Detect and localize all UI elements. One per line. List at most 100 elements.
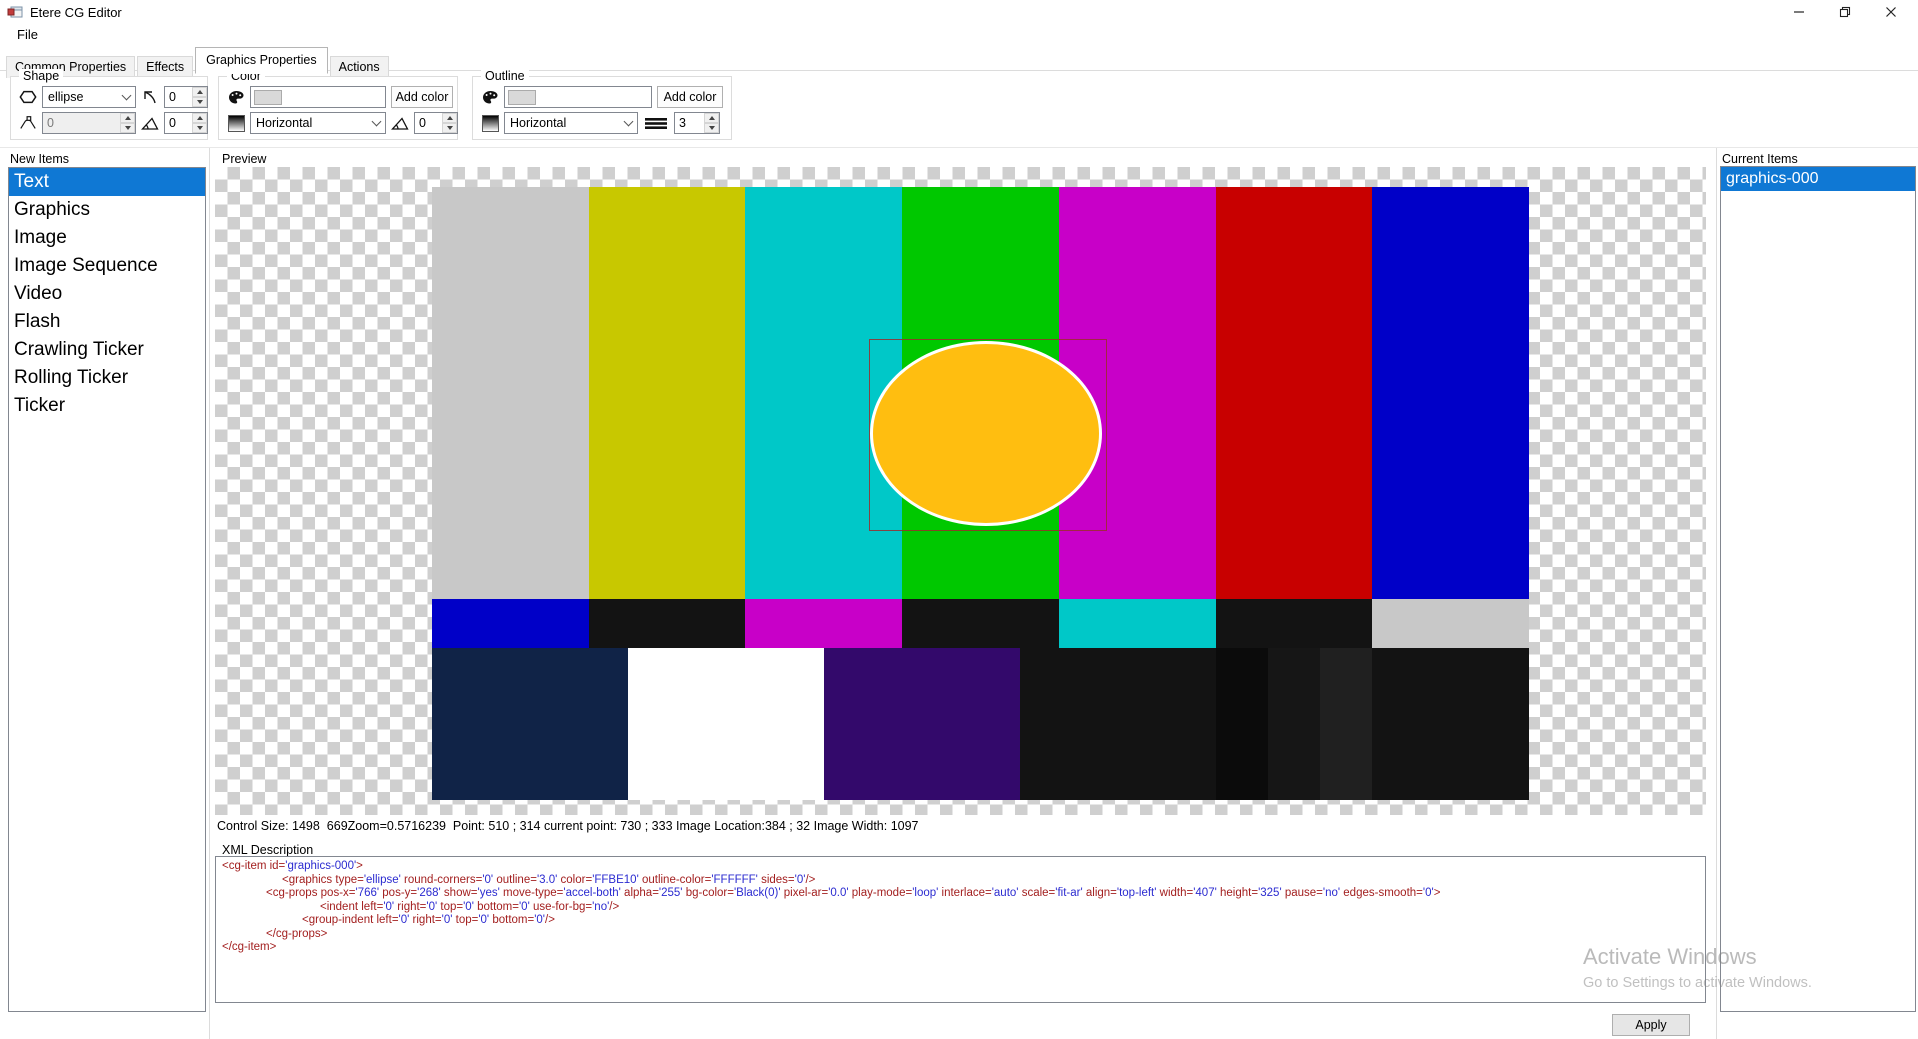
preview-canvas[interactable] <box>215 167 1706 815</box>
shape-type-select[interactable]: ellipse <box>42 86 136 108</box>
add-outline-color-button[interactable]: Add color <box>657 86 723 108</box>
spin-down-icon[interactable] <box>704 123 719 133</box>
arc-node-icon <box>19 115 37 131</box>
new-items-list[interactable]: Text Graphics Image Image Sequence Video Flas… <box>8 167 206 1012</box>
color-bar-0 <box>432 187 589 599</box>
bottom-segment-6 <box>1319 648 1373 800</box>
selection-rectangle[interactable] <box>869 339 1107 531</box>
window-title: Etere CG Editor <box>30 5 122 20</box>
sides-value: 0 <box>43 113 120 133</box>
color-bar-5 <box>1215 187 1373 599</box>
palette-icon <box>227 89 245 105</box>
close-icon[interactable] <box>1868 0 1914 24</box>
app-window: Etere CG Editor File Common Properties Ef… <box>0 0 1918 1039</box>
list-item-image[interactable]: Image <box>9 224 205 252</box>
shape-angle-value: 0 <box>169 116 176 130</box>
angle-icon <box>141 115 159 131</box>
spin-up-icon[interactable] <box>442 113 457 123</box>
color-bar-1 <box>588 187 746 599</box>
xml-description-box[interactable]: <cg-item id='graphics-000'> <graphics typ… <box>215 856 1706 1003</box>
shape-row-2: 0 0 <box>19 112 208 134</box>
castellation-segment-6 <box>1372 599 1530 648</box>
sides-spinner[interactable]: 0 <box>42 112 136 134</box>
right-panel-divider <box>1716 148 1717 1039</box>
castellation-segment-0 <box>432 599 589 648</box>
list-item-graphics-000[interactable]: graphics-000 <box>1721 167 1915 191</box>
list-item-text[interactable]: Text <box>9 168 205 196</box>
color-row-2: Horizontal 0 <box>227 112 458 134</box>
chevron-down-icon <box>121 90 132 101</box>
spin-up-icon[interactable] <box>120 113 135 123</box>
preview-label: Preview <box>222 152 267 166</box>
chevron-down-icon <box>371 116 382 127</box>
spin-down-icon[interactable] <box>442 123 457 133</box>
outline-gradient-value: Horizontal <box>510 116 567 130</box>
outline-group-label: Outline <box>481 69 529 83</box>
fill-gradient-value: Horizontal <box>256 116 313 130</box>
list-item-flash[interactable]: Flash <box>9 308 205 336</box>
bottom-segment-2 <box>823 648 1020 800</box>
shape-angle-spinner[interactable]: 0 <box>164 112 208 134</box>
gradient-icon <box>227 114 245 132</box>
round-corners-spinner[interactable]: 0 <box>164 86 208 108</box>
list-item-graphics[interactable]: Graphics <box>9 196 205 224</box>
app-icon <box>7 4 23 20</box>
outline-gradient-select[interactable]: Horizontal <box>504 112 638 134</box>
color-row-1: Add color <box>227 86 453 108</box>
gradient-icon <box>481 114 499 132</box>
outline-color-well[interactable] <box>504 86 652 108</box>
apply-button[interactable]: Apply <box>1612 1014 1690 1036</box>
spin-down-icon[interactable] <box>192 97 207 107</box>
add-fill-color-button[interactable]: Add color <box>391 86 453 108</box>
bottom-segment-4 <box>1215 648 1268 800</box>
tab-effects[interactable]: Effects <box>137 56 194 78</box>
xml-line: </cg-props> <box>266 927 328 940</box>
fill-gradient-select[interactable]: Horizontal <box>250 112 386 134</box>
shape-group: Shape ellipse 0 0 0 <box>10 69 208 140</box>
color-group: Color Add color Horizontal 0 <box>218 69 458 140</box>
bottom-segment-1 <box>627 648 824 800</box>
test-pattern-bottom-row <box>432 648 1529 800</box>
line-width-icon <box>643 115 669 131</box>
castellation-segment-2 <box>745 599 903 648</box>
fill-gradient-angle-spinner[interactable]: 0 <box>414 112 458 134</box>
color-bar-6 <box>1372 187 1530 599</box>
castellation-segment-1 <box>588 599 746 648</box>
minimize-icon[interactable] <box>1776 0 1822 24</box>
castellation-segment-3 <box>902 599 1059 648</box>
castellation-segment-4 <box>1058 599 1216 648</box>
shape-group-label: Shape <box>19 69 64 83</box>
tab-actions[interactable]: Actions <box>329 56 389 78</box>
spin-up-icon[interactable] <box>192 113 207 123</box>
castellation-segment-5 <box>1215 599 1373 648</box>
fill-color-swatch <box>254 89 282 105</box>
spin-down-icon[interactable] <box>192 123 207 133</box>
outline-width-spinner[interactable]: 3 <box>674 112 720 134</box>
xml-line: <cg-props pos-x='766' pos-y='268' show='… <box>266 887 1441 899</box>
spin-down-icon[interactable] <box>120 123 135 133</box>
round-corners-icon <box>141 89 159 105</box>
xml-line: </cg-item> <box>222 941 277 953</box>
fill-gradient-angle-value: 0 <box>419 116 426 130</box>
spin-up-icon[interactable] <box>704 113 719 123</box>
shape-row-1: ellipse 0 <box>19 86 208 108</box>
polygon-shape-icon <box>19 89 37 105</box>
restore-icon[interactable] <box>1822 0 1868 24</box>
spin-up-icon[interactable] <box>192 87 207 97</box>
outline-width-value: 3 <box>679 116 686 130</box>
list-item-video[interactable]: Video <box>9 280 205 308</box>
xml-description-label: XML Description <box>222 843 314 857</box>
list-item-ticker[interactable]: Ticker <box>9 392 205 420</box>
menu-item-file[interactable]: File <box>10 25 45 44</box>
tab-graphics-properties[interactable]: Graphics Properties <box>195 47 328 74</box>
list-item-rolling-ticker[interactable]: Rolling Ticker <box>9 364 205 392</box>
list-item-image-sequence[interactable]: Image Sequence <box>9 252 205 280</box>
status-bar: Control Size: 1498 669Zoom=0.5716239 Poi… <box>217 819 919 833</box>
palette-icon <box>481 89 499 105</box>
fill-color-well[interactable] <box>250 86 386 108</box>
bottom-segment-7 <box>1372 648 1529 800</box>
xml-line: <cg-item id='graphics-000'> <box>222 860 363 872</box>
current-items-list[interactable]: graphics-000 <box>1720 166 1916 1012</box>
list-item-crawling-ticker[interactable]: Crawling Ticker <box>9 336 205 364</box>
bottom-segment-0 <box>432 648 628 800</box>
